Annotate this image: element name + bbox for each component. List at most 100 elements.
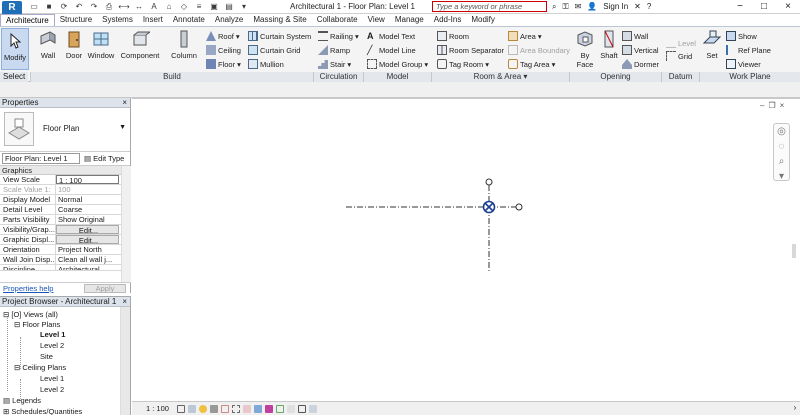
property-value[interactable]: Clean all wall j... [56,255,119,264]
by-face-button[interactable]: By Face [573,29,597,69]
model-text-button[interactable]: A Model Text [367,31,415,41]
tree-item-legends[interactable]: ▤ Legends [3,396,41,406]
zoom-icon[interactable]: ⌕ [775,156,788,169]
graphics-section-header[interactable]: Graphics [0,166,131,175]
view-close-icon[interactable]: × [780,101,785,110]
crop-view-icon[interactable] [220,404,229,413]
open-icon[interactable]: ▭ [28,1,40,12]
project-browser-close-button[interactable]: × [122,297,127,307]
railing-button[interactable]: Railing ▾ [318,31,359,41]
graphic-display-edit-button[interactable]: Edit... [56,235,119,244]
sign-in-link[interactable]: Sign In [603,1,628,13]
tree-item-floor-plans[interactable]: ⊟ Floor Plans [14,320,60,330]
tag-area-button[interactable]: Tag Area ▾ [508,59,555,69]
unlocked-3d-view-icon[interactable] [242,404,251,413]
shaft-button[interactable]: Shaft [598,29,620,60]
tab-structure[interactable]: Structure [55,14,97,26]
floor-button[interactable]: Floor ▾ [206,59,241,69]
subscription-icon[interactable]: ⚿ [562,1,568,13]
viewcube-icon[interactable]: ◎ [775,126,788,139]
tab-modify[interactable]: Modify [466,14,500,26]
component-button[interactable]: Component [120,29,160,60]
wall-button[interactable]: Wall [36,29,60,60]
room-button[interactable]: Room [437,31,469,41]
reveal-hidden-icon[interactable] [264,404,273,413]
sync-icon[interactable]: ⟳ [58,1,70,12]
drawing-canvas[interactable] [132,98,800,401]
model-line-button[interactable]: ╱ Model Line [367,45,416,55]
roof-button[interactable]: Roof ▾ [206,31,240,41]
tree-item-ceiling-level-2[interactable]: Level 2 [40,385,64,395]
aligned-dimension-icon[interactable]: ↔ [133,1,145,12]
property-value[interactable]: Coarse [56,205,119,214]
text-icon[interactable]: A [148,1,160,12]
tab-annotate[interactable]: Annotate [168,14,210,26]
view-scale-field[interactable]: 1 : 100 [56,175,119,184]
scroll-right-icon[interactable]: › [790,400,800,415]
window-button[interactable]: Window [86,29,116,60]
area-button[interactable]: Area ▾ [508,31,542,41]
model-group-button[interactable]: Model Group ▾ [367,59,428,69]
close-hidden-windows-icon[interactable]: ▣ [208,1,220,12]
tree-item-schedules[interactable]: ⊞ Schedules/Quantities [3,407,82,415]
view-restore-icon[interactable]: ❐ [768,101,775,110]
set-work-plane-button[interactable]: Set [702,29,722,60]
ceiling-button[interactable]: Ceiling [206,45,241,55]
analytical-model-icon[interactable] [286,404,295,413]
exchange-apps-icon[interactable]: ✕ [634,1,641,13]
modify-button[interactable]: Modify [1,28,29,70]
browser-scrollbar[interactable] [120,307,130,415]
tab-systems[interactable]: Systems [97,14,138,26]
view-minimize-icon[interactable]: – [760,101,764,110]
measure-icon[interactable]: ⟷ [118,1,130,12]
tree-item-site[interactable]: Site [40,352,53,362]
print-icon[interactable]: ⎙ [103,1,115,12]
tree-item-views-all[interactable]: ⊟ [O] Views (all) [3,310,58,320]
mullion-button[interactable]: Mullion [248,59,284,69]
property-value[interactable]: Show Original [56,215,119,224]
properties-scrollbar[interactable] [121,166,131,282]
highlight-displacement-icon[interactable] [297,404,306,413]
select-panel-dropdown[interactable]: Select ▾ [0,72,28,91]
door-button[interactable]: Door [62,29,86,60]
tree-item-ceiling-plans[interactable]: ⊟ Ceiling Plans [14,363,66,373]
column-button[interactable]: Column [168,29,200,60]
wall-opening-button[interactable]: Wall [622,31,648,41]
dormer-button[interactable]: Dormer [622,59,659,69]
temporary-hide-icon[interactable] [253,404,262,413]
minimize-button[interactable]: − [728,0,752,14]
section-icon[interactable]: ◇ [178,1,190,12]
save-icon[interactable]: ■ [43,1,55,12]
tab-add-ins[interactable]: Add-Ins [429,14,467,26]
survey-point-icon[interactable] [482,200,496,214]
tab-view[interactable]: View [363,14,390,26]
undo-icon[interactable]: ↶ [73,1,85,12]
maximize-button[interactable]: □ [752,0,776,14]
canvas-scrollbar[interactable] [792,244,796,258]
search-icon[interactable]: ⌕ [552,1,556,13]
tab-architecture[interactable]: Architecture [0,13,55,27]
curtain-grid-button[interactable]: Curtain Grid [248,45,300,55]
tree-item-floor-plan-level-1[interactable]: Level 1 [40,330,65,340]
vertical-opening-button[interactable]: Vertical [622,45,659,55]
help-icon[interactable]: ? [647,1,651,13]
shadows-icon[interactable] [209,404,218,413]
tree-item-ceiling-level-1[interactable]: Level 1 [40,374,64,384]
tag-room-button[interactable]: Tag Room ▾ [437,59,489,69]
switch-windows-icon[interactable]: ▤ [223,1,235,12]
tab-insert[interactable]: Insert [138,14,168,26]
visibility-graphics-edit-button[interactable]: Edit... [56,225,119,234]
thin-lines-icon[interactable]: ≡ [193,1,205,12]
marker-end-handle[interactable] [485,178,493,186]
steering-wheel-icon[interactable]: ◌ [775,141,788,154]
curtain-system-button[interactable]: Curtain System [248,31,311,41]
property-value[interactable]: Normal [56,195,119,204]
apply-button[interactable]: Apply [84,284,126,293]
viewer-button[interactable]: Viewer [726,59,761,69]
property-value[interactable]: Project North [56,245,119,254]
navbar-options-icon[interactable]: ▾ [775,171,788,184]
level-button[interactable]: Level [666,38,696,48]
view-scale-button[interactable]: 1 : 100 [132,404,177,413]
stair-button[interactable]: Stair ▾ [318,59,351,69]
show-work-plane-button[interactable]: Show [726,31,757,41]
